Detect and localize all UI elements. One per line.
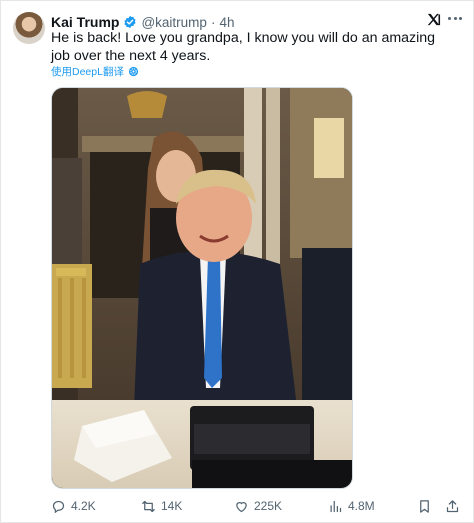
tweet-header: Kai Trump @kaitrump · 4h (51, 13, 234, 31)
share-icon (446, 499, 459, 512)
retweet-button[interactable]: 14K (141, 495, 182, 517)
separator-dot: · (210, 14, 216, 30)
views-icon (330, 500, 342, 512)
heart-icon (236, 501, 247, 512)
translate-link[interactable]: 使用DeepL翻译 (51, 64, 139, 78)
more-icon[interactable] (445, 9, 465, 27)
like-count: 225K (254, 499, 283, 513)
reply-icon (52, 500, 65, 513)
tweet-card[interactable]: Kai Trump @kaitrump · 4h He is back! Lov… (0, 0, 474, 523)
reply-button[interactable]: 4.2K (51, 495, 96, 517)
view-count: 4.8M (348, 499, 375, 513)
display-name[interactable]: Kai Trump (51, 14, 119, 30)
gear-icon[interactable] (128, 66, 139, 77)
retweet-icon (142, 500, 155, 512)
tweet-text: He is back! Love you grandpa, I know you… (51, 30, 436, 64)
verified-badge-icon (124, 15, 137, 29)
action-bar: 4.2K 14K 225K 4.8M (51, 495, 463, 517)
photo-illustration (52, 88, 352, 488)
timestamp[interactable]: 4h (219, 15, 234, 30)
retweet-count: 14K (161, 499, 183, 513)
reply-count: 4.2K (71, 499, 96, 513)
bookmark-button[interactable] (417, 495, 432, 517)
translate-label[interactable]: 使用DeepL翻译 (51, 64, 124, 79)
user-handle[interactable]: @kaitrump (141, 15, 206, 30)
avatar[interactable] (13, 12, 45, 44)
like-button[interactable]: 225K (234, 495, 282, 517)
views-button[interactable]: 4.8M (328, 495, 375, 517)
x-logo-icon (427, 13, 441, 26)
share-button[interactable] (445, 495, 460, 517)
tweet-photo[interactable] (51, 87, 353, 489)
bookmark-icon (420, 499, 429, 513)
